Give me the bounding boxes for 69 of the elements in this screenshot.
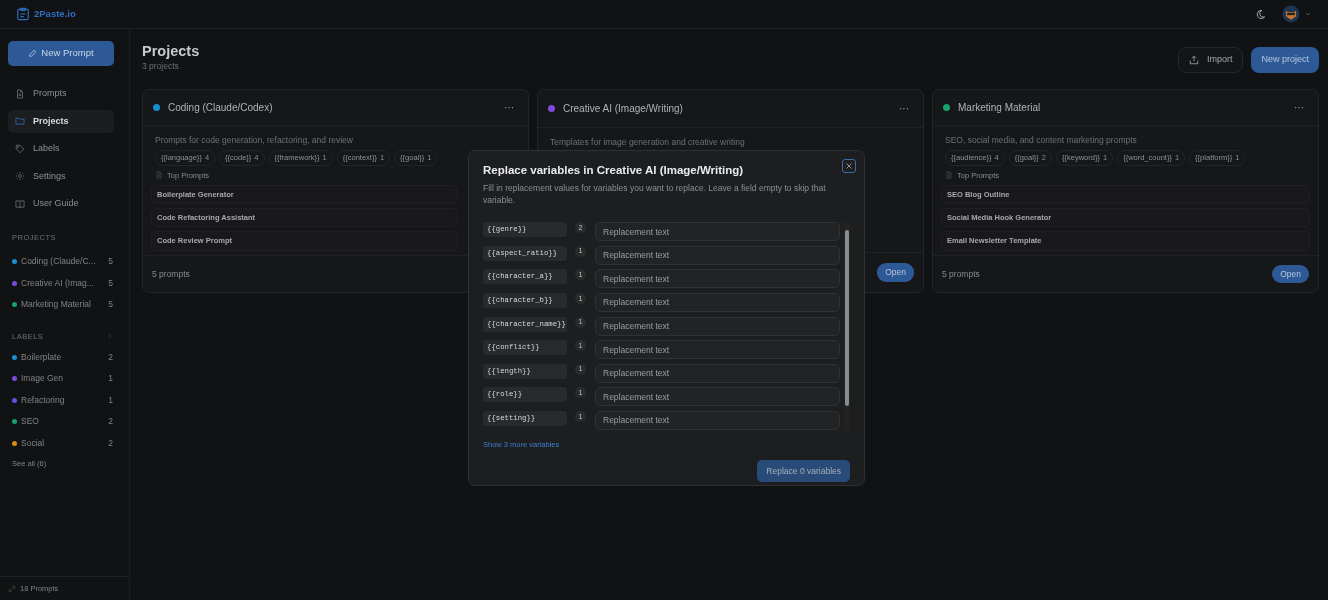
nav-item[interactable]: User Guide bbox=[8, 192, 114, 216]
nav-item[interactable]: Prompts bbox=[8, 82, 114, 106]
count-text: 2 bbox=[108, 350, 113, 364]
label-link[interactable]: Refactoring bbox=[21, 393, 105, 407]
label-link[interactable]: Boilerplate bbox=[21, 350, 105, 364]
project-link[interactable]: Creative AI (Imag... bbox=[21, 276, 105, 290]
replacement-input[interactable]: Replacement text bbox=[595, 316, 840, 336]
replacement-input[interactable]: Replacement text bbox=[595, 245, 840, 265]
replacement-input[interactable]: Replacement text bbox=[595, 292, 840, 312]
project-link[interactable]: Marketing Material bbox=[21, 298, 105, 311]
count-text: 2 bbox=[108, 436, 113, 450]
prompt-count-text: 5 prompts bbox=[152, 267, 190, 281]
pencil-icon bbox=[28, 49, 38, 58]
more-options-button[interactable]: ··· bbox=[1290, 99, 1308, 115]
count-text: 1 bbox=[108, 393, 113, 407]
label-link[interactable]: SEO bbox=[21, 415, 105, 429]
avatar-button[interactable] bbox=[1282, 5, 1312, 23]
settings-icon bbox=[15, 171, 25, 182]
project-title: Creative AI (Image/Writing) bbox=[563, 102, 684, 117]
label-link[interactable]: Social bbox=[21, 436, 105, 450]
clipboard-icon bbox=[16, 7, 30, 21]
chevron-right-icon bbox=[106, 333, 113, 341]
page-title: Projects bbox=[142, 43, 200, 61]
replacement-input[interactable]: Replacement text bbox=[595, 410, 840, 430]
count-text: 1 bbox=[108, 372, 113, 386]
project-description: Templates for image generation and creative writing bbox=[549, 136, 746, 149]
modal-title: Replace variables in Creative AI (Image/Writing) bbox=[483, 163, 745, 178]
more-options-button[interactable]: ··· bbox=[500, 99, 518, 115]
document-icon bbox=[945, 171, 953, 180]
logo-text: 2Paste.io bbox=[34, 6, 76, 21]
count-text: 5 bbox=[108, 276, 113, 290]
close-icon bbox=[845, 162, 853, 170]
new-prompt-button[interactable]: New Prompt bbox=[8, 41, 114, 66]
close-button[interactable] bbox=[842, 159, 856, 173]
link-icon bbox=[8, 584, 16, 593]
book-icon bbox=[15, 198, 25, 209]
count-text: 2 bbox=[108, 415, 113, 429]
tag-icon bbox=[15, 143, 25, 154]
project-description: Prompts for code generation, refactoring, and review bbox=[154, 133, 354, 147]
project-link[interactable]: Coding (Claude/C... bbox=[21, 255, 105, 268]
avatar-icon bbox=[1282, 5, 1300, 23]
moon-icon bbox=[1255, 8, 1266, 20]
replacement-input[interactable]: Replacement text bbox=[595, 387, 840, 407]
folder-icon bbox=[15, 116, 25, 127]
replacement-input[interactable]: Replacement text bbox=[595, 269, 840, 289]
project-title: Marketing Material bbox=[958, 100, 1042, 115]
replacement-input[interactable]: Replacement text bbox=[595, 340, 840, 360]
replacement-input[interactable]: Replacement text bbox=[595, 363, 840, 383]
document-icon bbox=[15, 88, 25, 99]
open-button[interactable]: Open bbox=[1272, 264, 1309, 284]
nav-item[interactable]: Projects bbox=[8, 109, 114, 133]
project-description: SEO, social media, and content marketing prompts bbox=[944, 133, 1138, 147]
modal-description: Fill in replacement values for variables you want to replace. Leave a field empty to skip that variable. bbox=[483, 183, 827, 207]
new-project-button[interactable]: New project bbox=[1251, 47, 1319, 73]
open-button[interactable]: Open bbox=[877, 263, 914, 282]
label-link[interactable]: Image Gen bbox=[21, 372, 105, 386]
import-button[interactable]: Import bbox=[1177, 47, 1244, 73]
count-text: 5 bbox=[108, 298, 113, 311]
page-subtitle: 3 projects bbox=[142, 60, 180, 74]
prompt-count-text: 5 prompts bbox=[942, 267, 980, 281]
nav-item[interactable]: Settings bbox=[8, 164, 114, 188]
upload-icon bbox=[1188, 54, 1199, 65]
replacement-input[interactable]: Replacement text bbox=[595, 222, 840, 242]
more-options-button[interactable]: ··· bbox=[895, 101, 913, 117]
count-text: 5 bbox=[108, 255, 113, 268]
project-title: Coding (Claude/Codex) bbox=[168, 100, 274, 115]
nav-item[interactable]: Labels bbox=[8, 137, 114, 161]
chevron-down-icon bbox=[1304, 10, 1312, 18]
document-icon bbox=[155, 171, 163, 180]
